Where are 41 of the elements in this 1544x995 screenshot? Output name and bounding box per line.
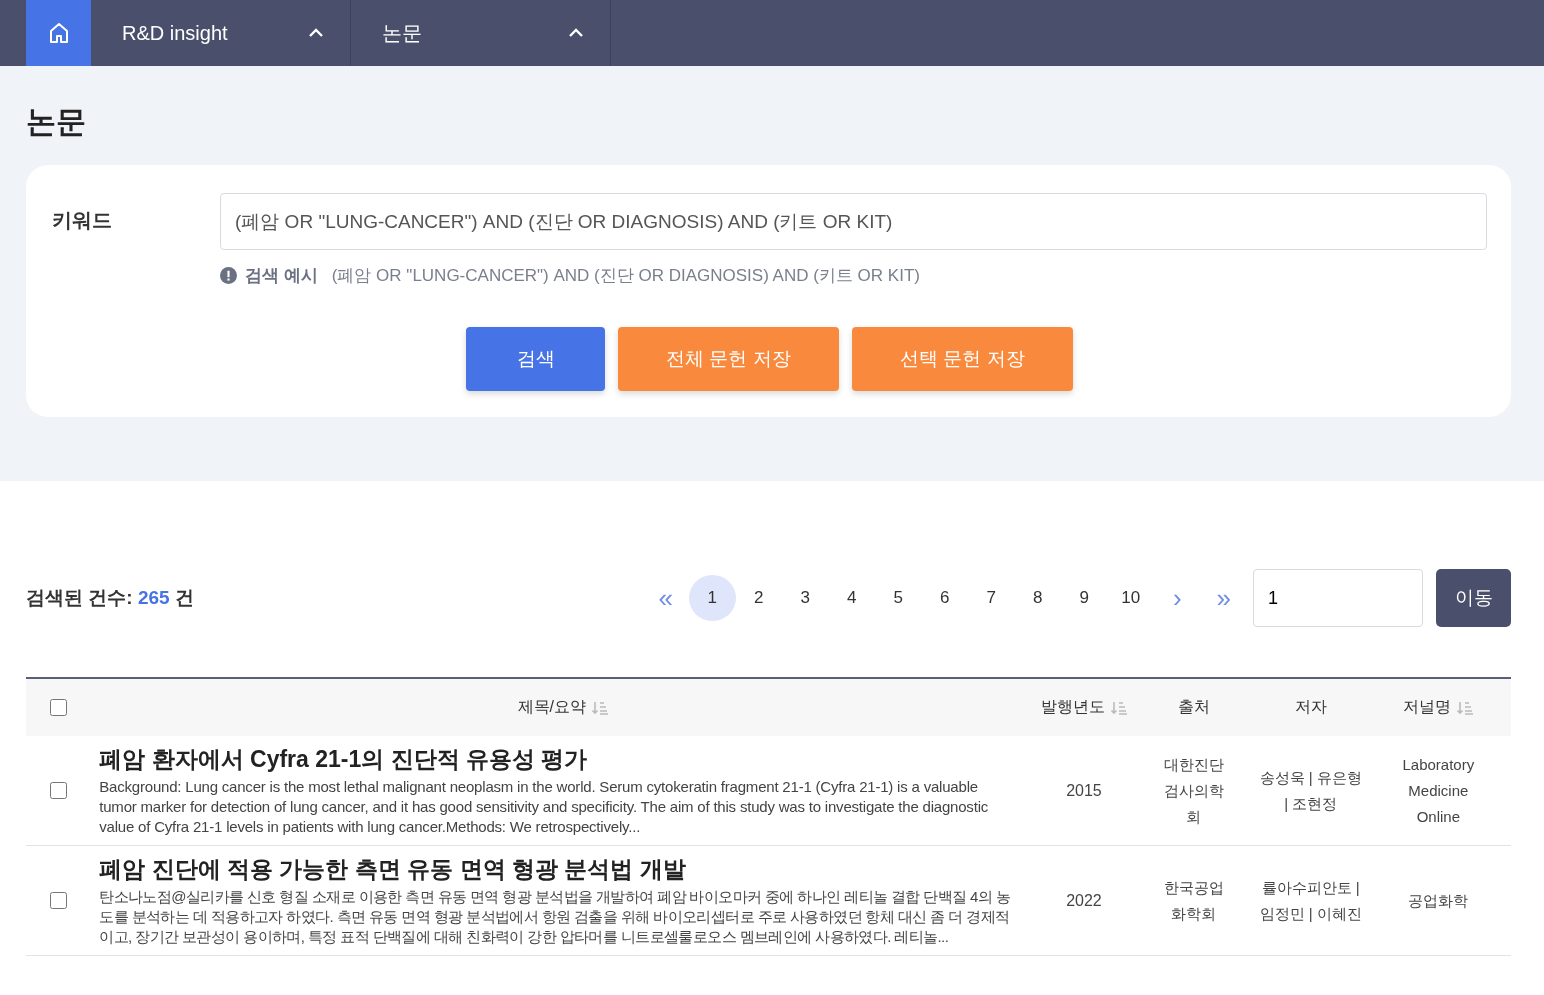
journal-cell-text: Laboratory Medicine Online xyxy=(1401,754,1476,827)
page-button[interactable]: 10 xyxy=(1107,575,1154,621)
page-button[interactable]: 5 xyxy=(875,575,922,621)
page-input[interactable]: 1 xyxy=(1253,569,1423,627)
column-header: 출처 xyxy=(1177,697,1210,717)
paper-title[interactable]: 폐암 환자에서 Cyfra 21-1의 진단적 유용성 평가 xyxy=(99,744,1037,775)
hint-label: 검색 예시 xyxy=(245,265,318,287)
column-header: 제목/요약 xyxy=(517,697,587,717)
keyword-label: 키워드 xyxy=(52,208,113,233)
page-button[interactable]: 9 xyxy=(1061,575,1108,621)
hint-text: (폐암 OR "LUNG-CANCER") AND (진단 OR DIAGNOSIS) AND (키트 OR KIT) xyxy=(331,265,920,287)
year-cell: 2015 xyxy=(1066,781,1102,799)
result-count: 검색된 건수: 265 건 xyxy=(26,586,194,610)
authors-cell-text: 송성욱 | 유은형 | 조현정 xyxy=(1258,767,1363,814)
home-button[interactable] xyxy=(26,0,91,66)
authors-cell-text: 률아수피안토 | 임정민 | 이혜진 xyxy=(1258,877,1363,924)
paper-abstract: Background: Lung cancer is the most lethal malignant neoplasm in the world. Serum cytokeratin fragment 21-1 (Cyfra 21-1) is a valuable tumor marker for detection of lung cancer, and it has good sensitivity and specificity. The aim of this study was to investigate the diagnostic value of Cyfra 21-1 levels in patients with lung cancer.Methods: We retrospectively... xyxy=(99,777,990,837)
page-button[interactable]: 1 xyxy=(689,575,736,621)
column-header: 발행년도 xyxy=(1040,697,1105,717)
select-all-checkbox[interactable] xyxy=(49,698,67,716)
row-checkbox[interactable] xyxy=(49,781,67,799)
source-cell-text: 한국공업화학회 xyxy=(1162,877,1225,924)
page-title: 논문 xyxy=(26,104,87,140)
info-icon xyxy=(220,267,237,284)
page-button[interactable]: 6 xyxy=(921,575,968,621)
journal-cell-text: 공업화학 xyxy=(1407,890,1470,911)
paper-title[interactable]: 폐암 진단에 적용 가능한 측면 유동 면역 형광 분석법 개발 xyxy=(99,854,1037,885)
go-button[interactable]: 이동 xyxy=(1436,569,1511,627)
row-checkbox[interactable] xyxy=(49,891,67,909)
year-cell: 2022 xyxy=(1066,891,1102,909)
paper-abstract: 탄소나노점@실리카를 신호 형질 소재로 이용한 측면 유동 면역 형광 분석법을 개발하여 폐암 바이오마커 중에 하나인 레티놀 결합 단백질 4의 농도를 분석하는 데 적용하고자 하였다. 측면 유동 면역 형광 분석법에서 항원 검출을 위해 바이오리셉터로 주로 사용하였던 항체 대신 좀 더 경제적이고, 장기간 보관성이 용이하며, 특정 표적 단백질에 대해 친화력이 강한 압타머를 니트로셀룰로오스 멤브레인에 사용하였다. 레티놀... xyxy=(99,887,1012,947)
keyword-input[interactable]: (폐암 OR "LUNG-CANCER") AND (진단 OR DIAGNOSIS) AND (키트 OR KIT) xyxy=(220,193,1487,250)
page-button[interactable]: 2 xyxy=(735,575,782,621)
page-button[interactable]: 7 xyxy=(968,575,1015,621)
column-header: 저자 xyxy=(1294,697,1327,717)
column-header: 저널명 xyxy=(1403,697,1452,717)
page-button[interactable]: 4 xyxy=(828,575,875,621)
search-button[interactable]: 검색 xyxy=(466,327,605,391)
page-button[interactable]: 8 xyxy=(1014,575,1061,621)
page-button[interactable]: 3 xyxy=(782,575,829,621)
source-cell-text: 대한진단검사의학회 xyxy=(1162,754,1225,827)
